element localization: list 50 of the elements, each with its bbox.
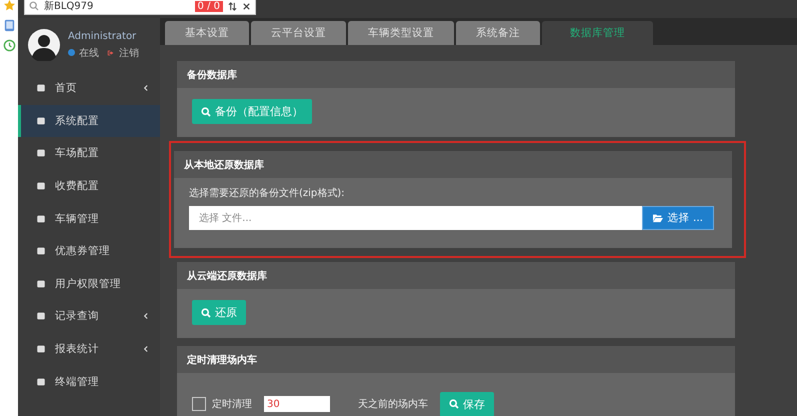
menu-icon — [36, 278, 46, 289]
search-icon — [201, 106, 211, 116]
menu-icon — [36, 311, 46, 322]
menu-icon — [36, 376, 46, 387]
match-count: 0 / 0 — [194, 0, 223, 12]
file-label: 选择需要还原的备份文件(zip格式): — [189, 186, 345, 200]
logout-link[interactable]: 注销 — [119, 46, 139, 60]
checkbox[interactable] — [192, 397, 206, 411]
days-input-field[interactable]: 30 — [264, 396, 330, 412]
find-text[interactable]: 新BLQ979 — [44, 0, 190, 13]
menu-icon — [36, 148, 46, 158]
menu-item[interactable]: 用户权限管理 — [18, 268, 160, 300]
tablet-icon[interactable] — [2, 19, 16, 32]
folder-icon — [652, 213, 663, 223]
search-icon — [201, 308, 211, 318]
tab[interactable]: 数据库管理 — [542, 21, 653, 45]
menu-item[interactable]: 收费配置 — [18, 170, 160, 202]
checkbox-label: 定时清理 — [212, 398, 252, 411]
section-title: 定时清理场内车 — [187, 353, 257, 366]
menu-item[interactable]: 车辆管理 — [18, 202, 160, 235]
logout-icon — [107, 48, 115, 56]
search-icon — [29, 1, 39, 11]
menu-icon — [36, 246, 46, 256]
menu-item[interactable]: 系统配置 — [18, 104, 160, 138]
menu-item[interactable]: 车场配置 — [18, 137, 160, 170]
menu-icon — [36, 344, 46, 354]
menu-icon — [36, 116, 46, 126]
file-input-field[interactable]: 选择 文件... — [189, 206, 642, 230]
menu-item[interactable]: 记录查询 — [18, 300, 160, 333]
user-name: Administrator — [68, 30, 138, 42]
menu-icon — [36, 83, 46, 94]
menu-icon — [36, 214, 46, 224]
avatar-icon — [28, 29, 60, 61]
section-title: 从本地还原数据库 — [184, 158, 264, 172]
menu-item[interactable]: 报表统计 — [18, 332, 160, 366]
search-icon — [449, 399, 459, 409]
browse-button[interactable]: 选择 ... — [642, 206, 714, 230]
arrows-icon[interactable] — [228, 2, 237, 10]
close-icon[interactable] — [242, 2, 251, 10]
menu-item[interactable]: 优惠券管理 — [18, 234, 160, 268]
clock-icon[interactable] — [2, 39, 16, 52]
section-title: 备份数据库 — [187, 68, 237, 82]
online-status: 在线 — [79, 46, 99, 60]
days-suffix: 天之前的场内车 — [358, 398, 428, 411]
status-dot-icon — [68, 49, 75, 56]
menu-item[interactable]: 首页 — [18, 72, 160, 105]
star-icon[interactable] — [2, 0, 16, 12]
menu-icon — [36, 181, 46, 192]
menu-item[interactable]: 终端管理 — [18, 365, 160, 398]
section-title: 从云端还原数据库 — [187, 269, 267, 282]
